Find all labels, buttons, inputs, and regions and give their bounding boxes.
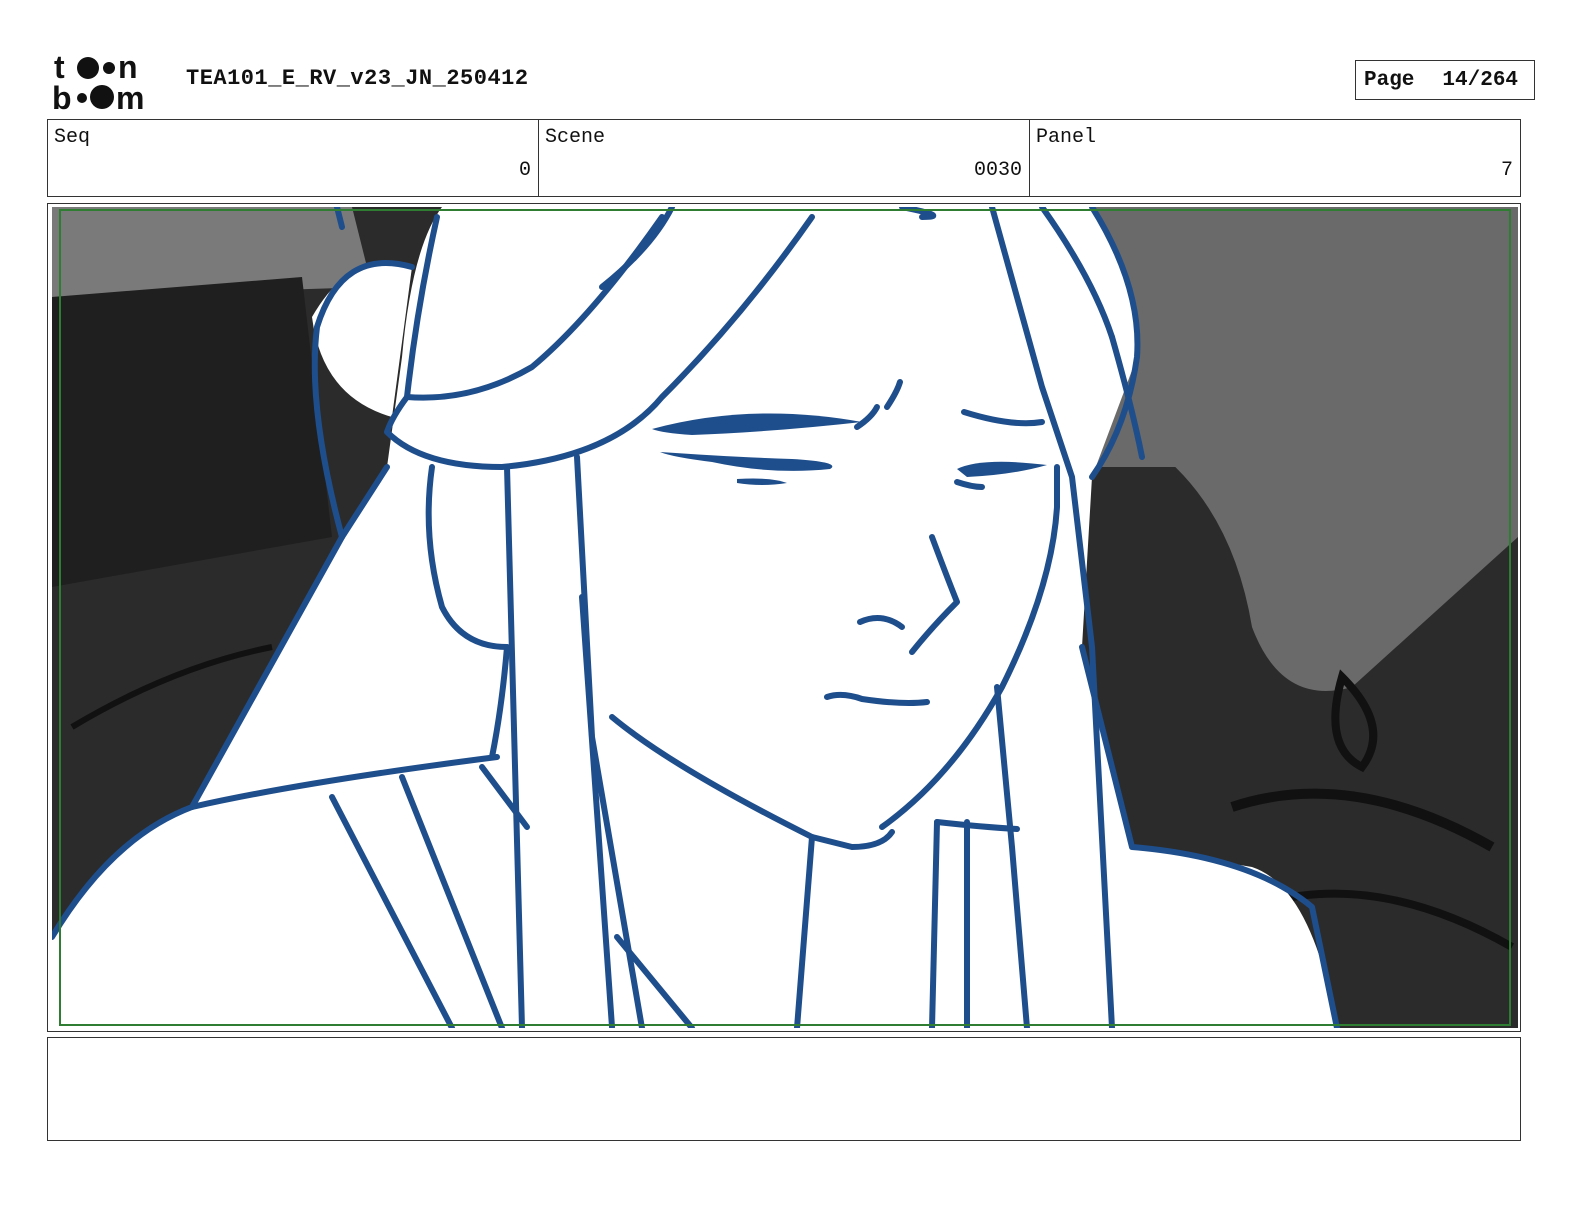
- scene-value: 0030: [973, 159, 1022, 182]
- document-title: TEA101_E_RV_v23_JN_250412: [186, 66, 529, 91]
- scene-label: Scene: [545, 126, 606, 149]
- seq-value: 0: [518, 159, 531, 182]
- scene-cell: Scene 0030: [539, 120, 1030, 196]
- seq-label: Seq: [54, 126, 91, 149]
- storyboard-panel-drawing: [52, 207, 1518, 1028]
- svg-text:m: m: [116, 80, 144, 112]
- panel-label: Panel: [1036, 126, 1097, 149]
- panel-cell: Panel 7: [1030, 120, 1520, 196]
- panel-notes-box: [47, 1037, 1521, 1141]
- seq-cell: Seq 0: [48, 120, 539, 196]
- page-label: Page: [1364, 68, 1415, 92]
- panel-value: 7: [1500, 159, 1513, 182]
- shot-info-row: Seq 0 Scene 0030 Panel 7: [47, 119, 1521, 197]
- page-indicator: Page 14/264: [1355, 60, 1535, 100]
- svg-text:b: b: [52, 80, 72, 112]
- toon-boom-logo: t n b m: [52, 49, 164, 116]
- page-number: 14/264: [1442, 68, 1519, 92]
